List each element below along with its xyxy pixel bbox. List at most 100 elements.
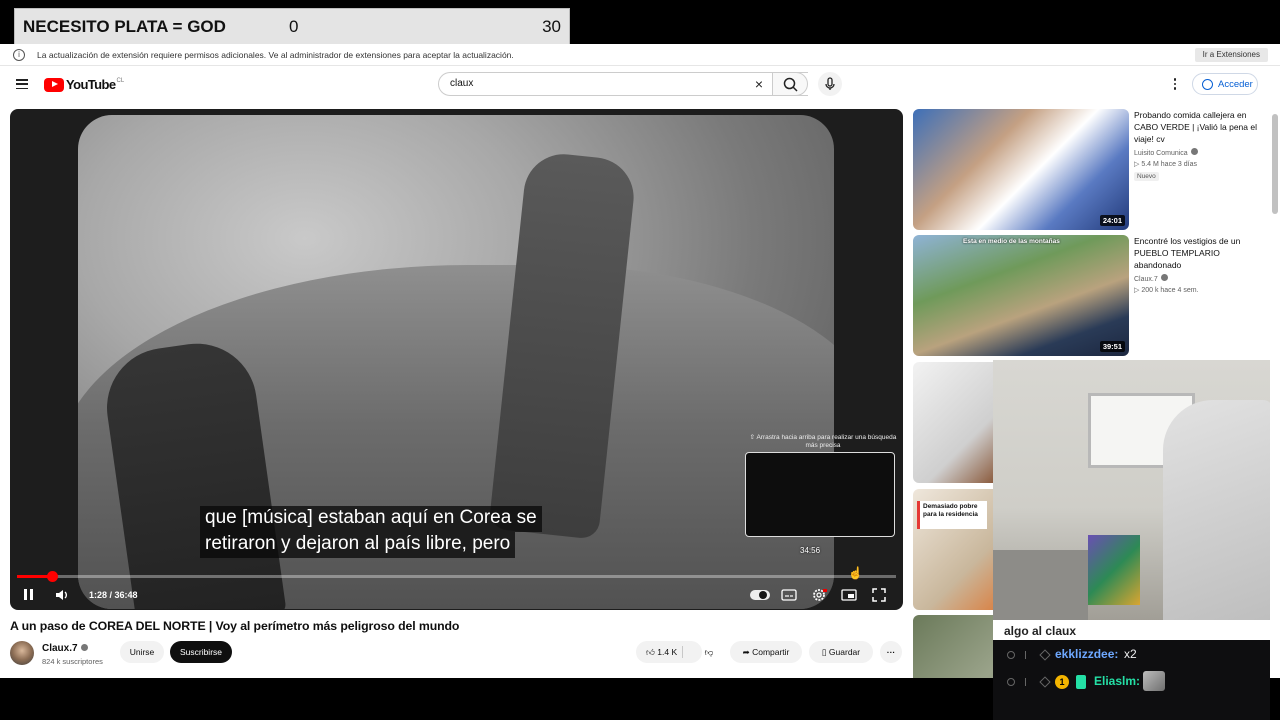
search-icon — [783, 77, 798, 92]
verified-icon — [1160, 274, 1168, 281]
microphone-icon — [825, 77, 835, 90]
thumbnail-overlay-text: Demasiado pobre para la residencia — [917, 501, 987, 529]
autoplay-toggle[interactable] — [750, 590, 770, 600]
subtitles-icon[interactable] — [780, 586, 798, 604]
counter-left-value: 0 — [289, 16, 299, 36]
page-scrollbar[interactable] — [1272, 114, 1278, 214]
share-label: Compartir — [752, 647, 790, 657]
volume-icon[interactable] — [53, 586, 71, 604]
sword-icon[interactable] — [1039, 649, 1051, 661]
webcam-chair — [1163, 400, 1270, 628]
youtube-masthead: YouTube CL claux × Acceder — [0, 66, 1280, 104]
miniplayer-icon[interactable] — [840, 586, 858, 604]
subscriber-badge-icon: 1 — [1055, 675, 1069, 689]
stream-counter-overlay: NECESITO PLATA = GOD 0 30 — [14, 8, 570, 45]
counter-label: NECESITO PLATA = GOD — [23, 16, 226, 36]
channel-avatar[interactable] — [10, 641, 34, 665]
share-icon: ➦ — [742, 647, 753, 657]
join-button[interactable]: Unirse — [120, 641, 164, 663]
video-duration: 39:51 — [1099, 341, 1125, 352]
streamer-webcam — [993, 360, 1270, 628]
like-button[interactable]: 👍︎ 1.4 K — [636, 641, 702, 663]
caption-line-2: retiraron y dejaron al país libre, pero — [200, 532, 516, 558]
subscribe-button[interactable]: Suscribirse — [170, 641, 232, 663]
channel-name-text[interactable]: Claux.7 — [42, 643, 78, 654]
recommendation-thumbnail[interactable]: 24:01 — [913, 109, 1129, 230]
extension-infobar: i La actualización de extensión requiere… — [0, 44, 1280, 66]
info-icon: i — [13, 48, 25, 61]
settings-gear-icon[interactable] — [810, 586, 828, 604]
recommendation-meta: ▷ 5.4 M hace 3 días — [1134, 161, 1197, 168]
sign-in-button[interactable]: Acceder — [1192, 73, 1258, 95]
thumbnail-overlay-text: Esta en medio de las montañas — [963, 238, 1060, 245]
sign-in-label: Acceder — [1218, 78, 1253, 90]
chat-username[interactable]: ekklizzdee: — [1055, 647, 1118, 661]
recommendation-item[interactable]: 24:01 Probando comida callejera en CABO … — [913, 109, 1268, 230]
clear-search-icon[interactable]: × — [752, 77, 766, 91]
webcam-poster — [1088, 535, 1140, 605]
video-player[interactable]: ⇧ Arrastra hacia arriba para realizar un… — [10, 109, 903, 610]
go-to-extensions-button[interactable]: Ir a Extensiones — [1194, 48, 1268, 62]
thumbs-up-icon: 👍︎ — [646, 647, 655, 657]
sword-icon[interactable] — [1039, 676, 1051, 688]
mouse-cursor-icon: ☝ — [848, 566, 863, 580]
subscriber-count: 824 k suscriptores — [42, 657, 103, 666]
like-divider — [682, 646, 683, 658]
dislike-button[interactable]: 👎︎ — [696, 641, 722, 663]
gift-badge-icon — [1076, 675, 1086, 689]
chat-message: ekklizzdee: x2 — [993, 644, 1270, 666]
recommendation-item[interactable]: Esta en medio de las montañas 39:51 Enco… — [913, 235, 1268, 356]
ban-icon[interactable] — [1007, 651, 1015, 659]
more-actions-button[interactable]: ··· — [880, 641, 902, 663]
logo-text: YouTube — [66, 77, 116, 92]
new-badge: Nuevo — [1134, 172, 1159, 181]
seek-preview-thumbnail — [745, 452, 895, 537]
scrubber-handle[interactable] — [47, 571, 59, 582]
recommendation-channel[interactable]: Luisito Comunica — [1134, 148, 1198, 157]
voice-search-button[interactable] — [818, 72, 842, 96]
search-button[interactable] — [772, 72, 808, 96]
save-button[interactable]: ▯ Guardar — [809, 641, 873, 663]
like-count: 1.4 K — [657, 647, 678, 657]
video-title: A un paso de COREA DEL NORTE | Voy al pe… — [10, 619, 460, 633]
timeout-icon[interactable] — [1025, 651, 1031, 659]
progress-bar[interactable] — [17, 571, 896, 582]
bookmark-icon: ▯ — [821, 647, 829, 657]
video-duration: 24:01 — [1099, 215, 1125, 226]
recommendation-title[interactable]: Encontré los vestigios de un PUEBLO TEMP… — [1134, 235, 1260, 271]
chat-partial-text: algo al claux — [1004, 624, 1077, 638]
channel-name[interactable]: Claux.7 — [42, 643, 88, 654]
verified-icon — [80, 644, 88, 651]
chat-text: x2 — [1124, 647, 1137, 661]
chat-emote-image — [1143, 671, 1165, 691]
settings-kebab-icon[interactable] — [1170, 78, 1180, 92]
stream-chat: ekklizzdee: x2 1 Eliaslm: — [993, 640, 1270, 720]
recommendation-thumbnail[interactable]: Esta en medio de las montañas 39:51 — [913, 235, 1129, 356]
counter-right-value: 30 — [542, 16, 561, 36]
recommendation-channel-text[interactable]: Luisito Comunica — [1134, 150, 1188, 157]
chat-message: 1 Eliaslm: — [993, 671, 1270, 693]
region-code: CL — [116, 77, 125, 84]
share-button[interactable]: ➦ Compartir — [730, 641, 802, 663]
timeout-icon[interactable] — [1025, 678, 1031, 686]
youtube-logo[interactable]: YouTube CL — [44, 77, 124, 92]
screen: NECESITO PLATA = GOD 0 30 i La actualiza… — [0, 0, 1280, 720]
verified-icon — [1190, 148, 1198, 155]
pause-icon[interactable] — [24, 589, 34, 600]
chat-username[interactable]: Eliaslm: — [1094, 674, 1140, 688]
seek-preview-time: 34:56 — [800, 546, 821, 555]
fullscreen-icon[interactable] — [870, 586, 888, 604]
thumbs-down-icon: 👎︎ — [704, 647, 714, 657]
chat-partial-line: algo al claux — [993, 620, 1270, 642]
recommendation-channel[interactable]: Claux.7 — [1134, 274, 1168, 283]
youtube-play-icon — [44, 77, 64, 92]
recommendation-title[interactable]: Probando comida callejera en CABO VERDE … — [1134, 109, 1260, 145]
recommendation-channel-text[interactable]: Claux.7 — [1134, 276, 1158, 283]
recommendation-meta: ▷ 200 k hace 4 sem. — [1134, 287, 1199, 294]
caption-line-1: que [música] estaban aquí en Corea se — [200, 506, 542, 532]
seek-preview-hint: ⇧ Arrastra hacia arriba para realizar un… — [749, 434, 897, 449]
menu-icon[interactable] — [16, 79, 28, 90]
ban-icon[interactable] — [1007, 678, 1015, 686]
player-controls: 1:28 / 36:48 — [10, 583, 903, 607]
bottom-black-bar — [0, 678, 993, 720]
